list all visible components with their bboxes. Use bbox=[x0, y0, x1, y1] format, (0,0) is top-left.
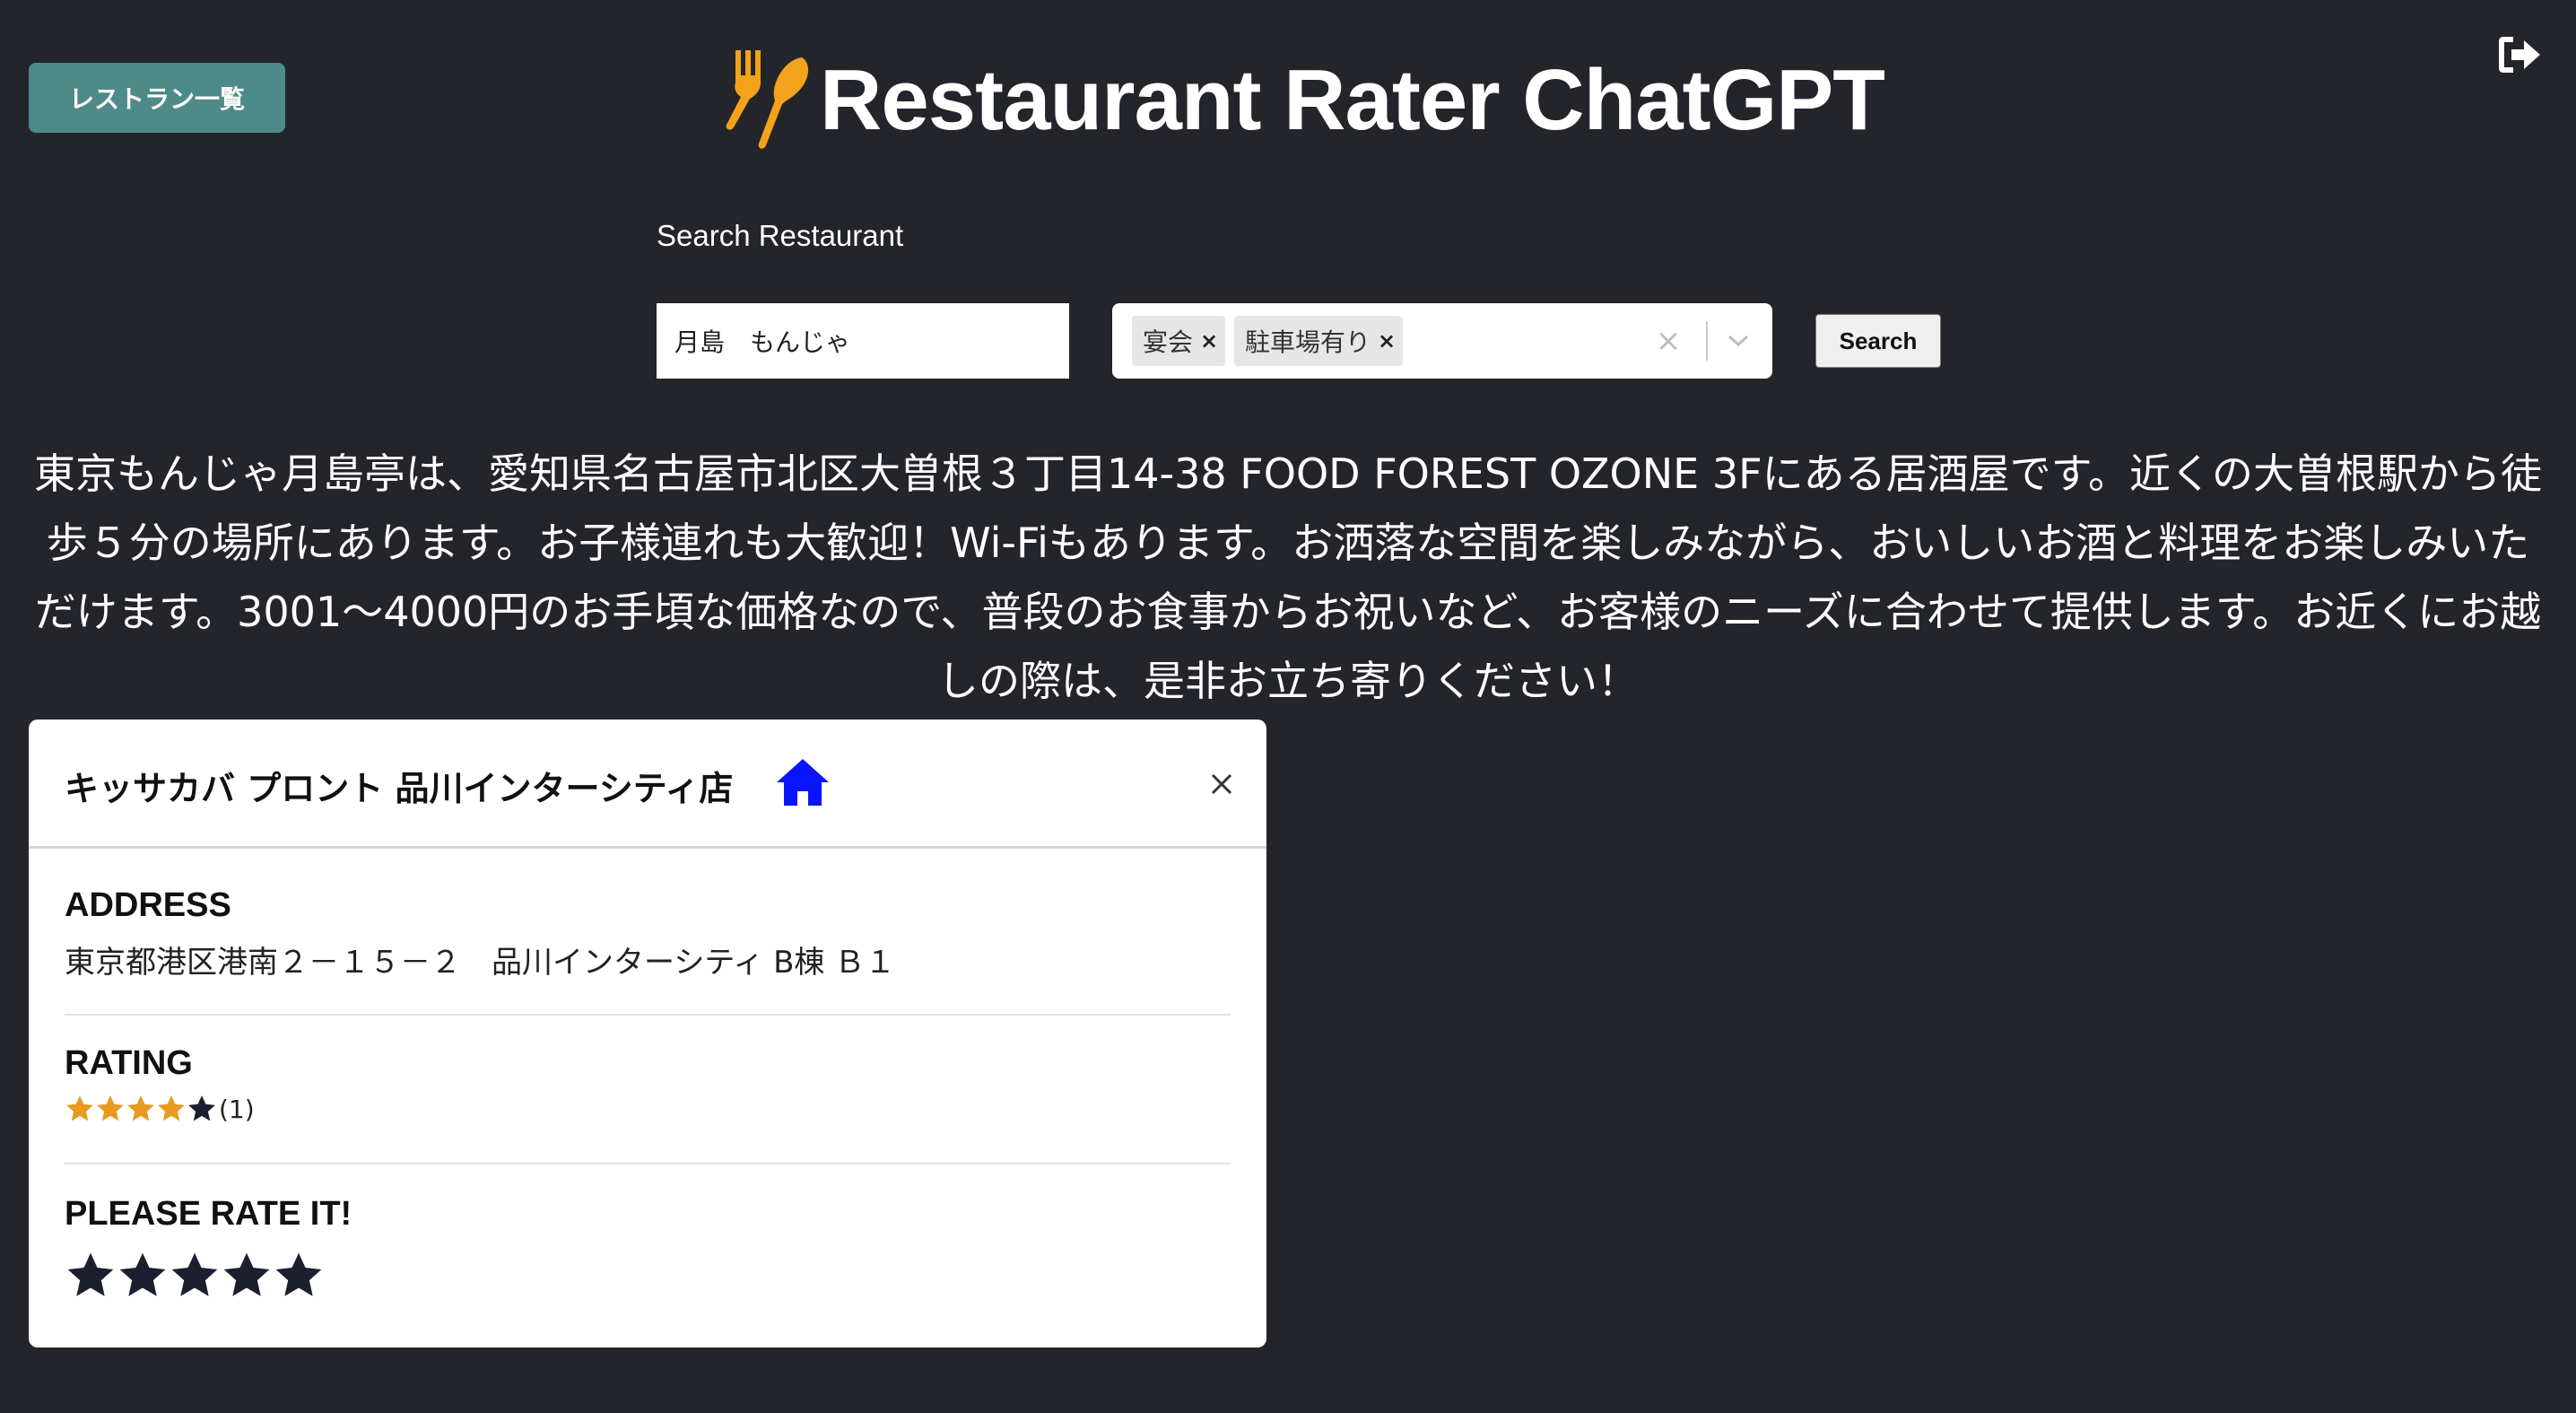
rating-count: (1) bbox=[219, 1094, 255, 1124]
tag-multiselect[interactable]: 宴会 × 駐車場有り × × bbox=[1112, 303, 1772, 379]
rate-star-icon[interactable] bbox=[221, 1250, 273, 1302]
star-filled-icon bbox=[127, 1095, 154, 1121]
rate-label: PLEASE RATE IT! bbox=[65, 1195, 352, 1233]
remove-tag-icon[interactable]: × bbox=[1193, 316, 1225, 366]
app-title: Restaurant Rater ChatGPT bbox=[820, 52, 1885, 148]
restaurant-list-button[interactable]: レストラン一覧 bbox=[29, 63, 285, 133]
home-icon[interactable] bbox=[775, 757, 831, 807]
tag-chip: 駐車場有り × bbox=[1234, 316, 1404, 366]
tag-chip-label: 駐車場有り bbox=[1245, 327, 1371, 357]
divider bbox=[65, 1014, 1231, 1016]
address-section: ADDRESS 東京都港区港南２－１５－２ 品川インターシティ B棟 Ｂ１ bbox=[65, 886, 1231, 981]
rating-stars bbox=[65, 1094, 217, 1124]
app-header: Restaurant Rater ChatGPT bbox=[718, 38, 1885, 163]
rate-star-icon[interactable] bbox=[273, 1250, 325, 1302]
rating-section: RATING (1) bbox=[65, 1044, 1231, 1124]
tag-chip: 宴会 × bbox=[1132, 316, 1226, 366]
rating-row: (1) bbox=[65, 1094, 1231, 1124]
star-empty-icon bbox=[188, 1095, 215, 1121]
star-filled-icon bbox=[158, 1095, 185, 1121]
fork-knife-icon bbox=[726, 50, 809, 149]
keyword-input[interactable] bbox=[657, 303, 1069, 379]
star-filled-icon bbox=[66, 1095, 93, 1121]
rate-star-icon[interactable] bbox=[169, 1250, 221, 1302]
restaurant-detail-card: キッサカバ プロント 品川インターシティ店 ADDRESS 東京都港区港南２－１… bbox=[29, 720, 1266, 1348]
rate-section: PLEASE RATE IT! bbox=[65, 1195, 1231, 1302]
close-icon[interactable] bbox=[1202, 764, 1241, 804]
star-filled-icon bbox=[97, 1095, 124, 1121]
tag-chip-label: 宴会 bbox=[1143, 327, 1194, 357]
restaurant-description: 東京もんじゃ月島亭は、愛知県名古屋市北区大曽根３丁目14-38 FOOD FOR… bbox=[34, 449, 2542, 705]
sign-out-icon[interactable] bbox=[2495, 34, 2542, 75]
remove-tag-icon[interactable]: × bbox=[1371, 316, 1403, 366]
clear-all-icon[interactable]: × bbox=[1650, 323, 1686, 359]
rate-star-icon[interactable] bbox=[117, 1250, 169, 1302]
rating-label: RATING bbox=[65, 1044, 193, 1082]
select-separator bbox=[1706, 321, 1708, 361]
chevron-down-icon[interactable] bbox=[1719, 323, 1758, 359]
rate-star-icon[interactable] bbox=[65, 1250, 117, 1302]
address-value: 東京都港区港南２－１５－２ 品川インターシティ B棟 Ｂ１ bbox=[65, 945, 896, 981]
search-label: Search Restaurant bbox=[657, 219, 904, 252]
divider bbox=[65, 1163, 1231, 1164]
card-header: キッサカバ プロント 品川インターシティ店 bbox=[29, 720, 1266, 849]
address-label: ADDRESS bbox=[65, 886, 231, 924]
rate-stars bbox=[65, 1250, 1231, 1302]
card-title: キッサカバ プロント 品川インターシティ店 bbox=[65, 769, 734, 808]
search-button[interactable]: Search bbox=[1815, 314, 1941, 368]
